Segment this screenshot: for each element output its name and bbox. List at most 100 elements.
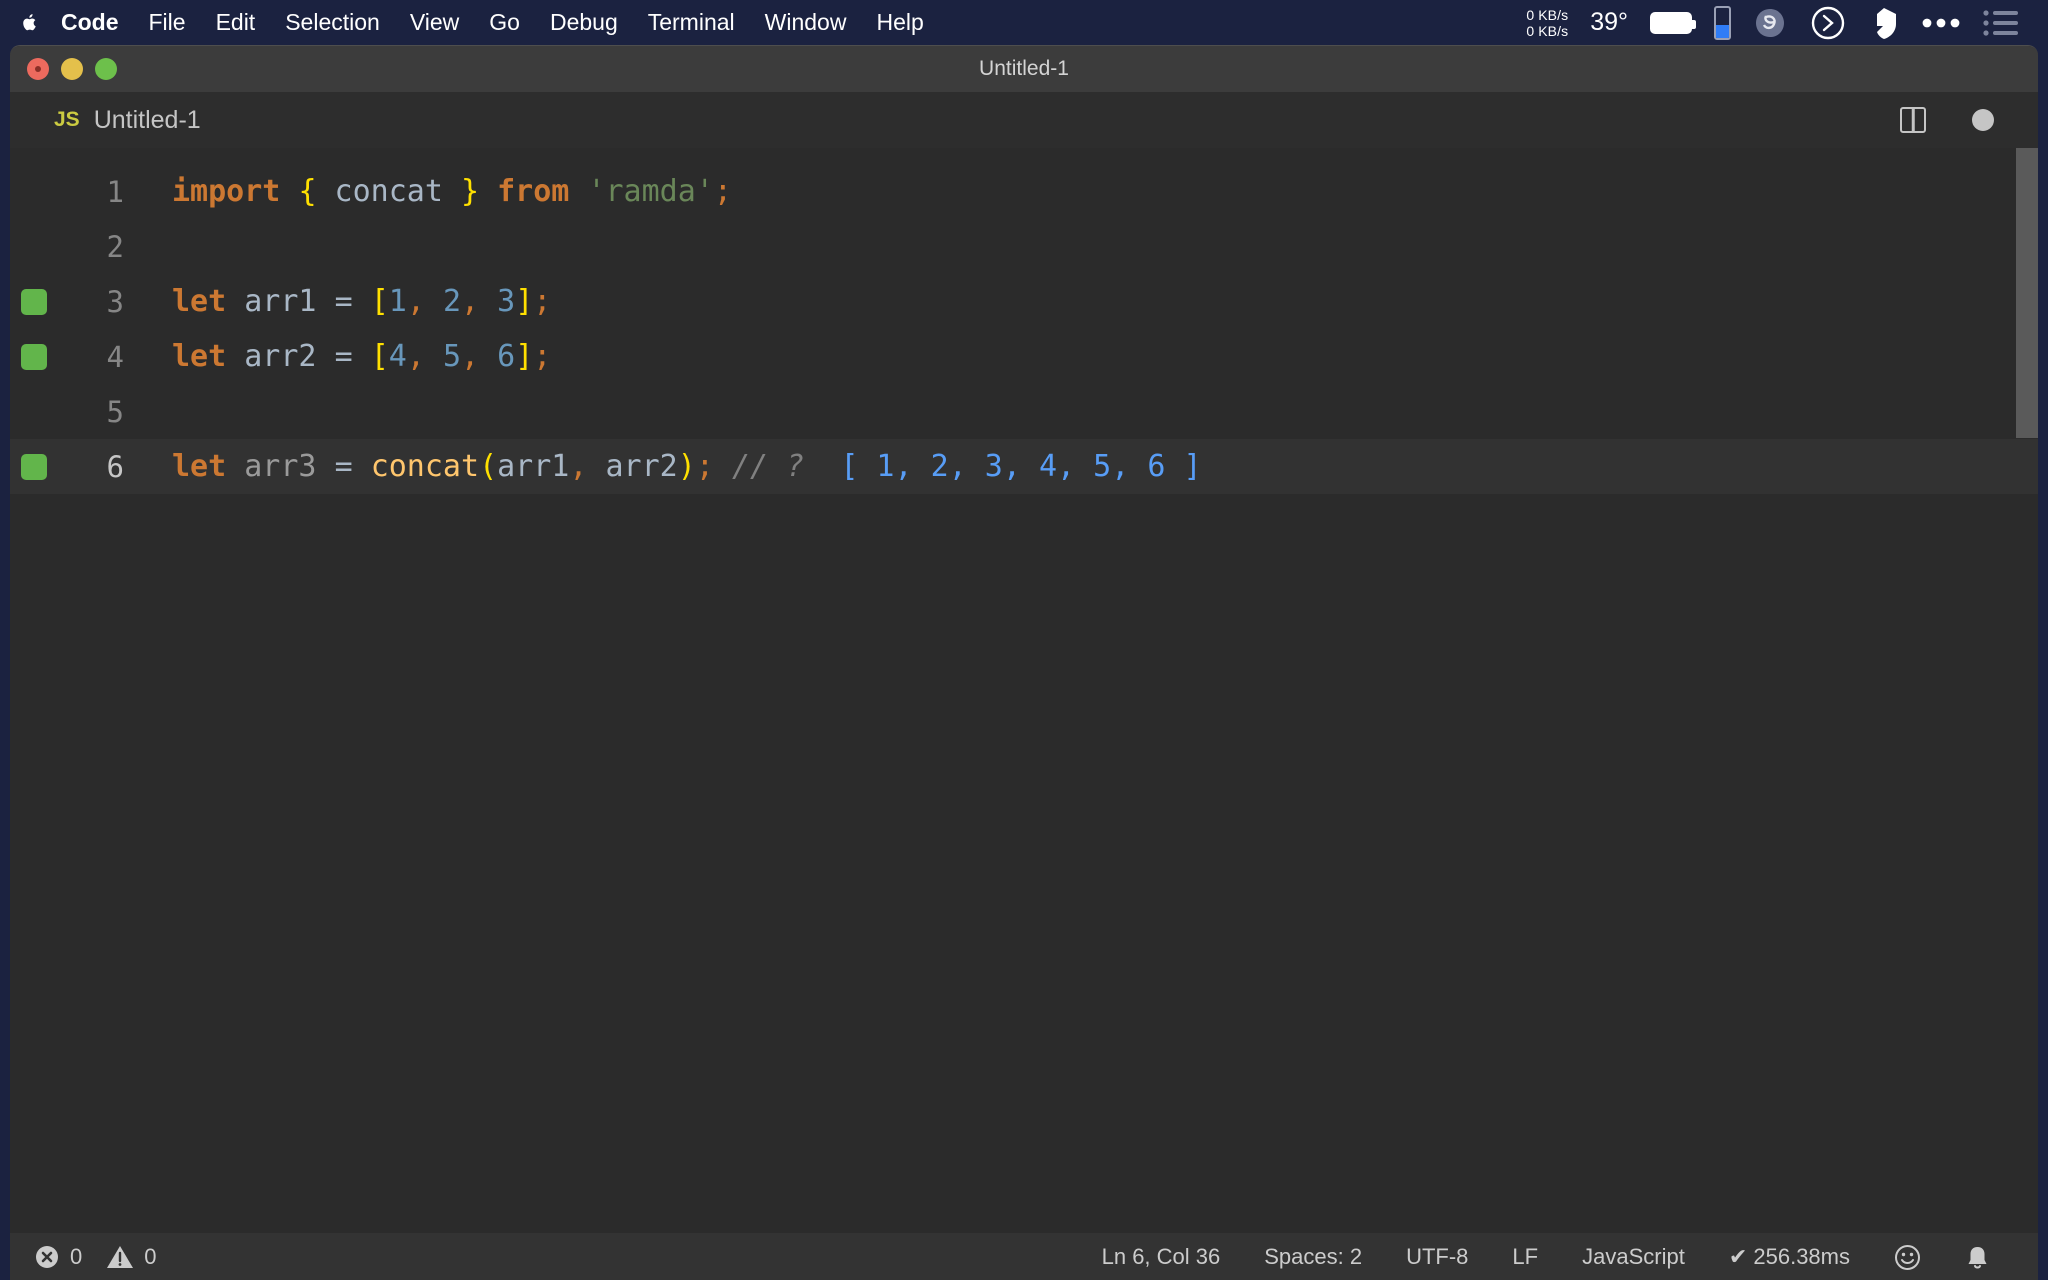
code-token [425, 284, 443, 319]
menu-item-file[interactable]: File [134, 0, 201, 45]
menu-item-help[interactable]: Help [861, 0, 938, 45]
code-token: 4 [389, 339, 407, 374]
quokka-run-status[interactable]: ✔ 256.38ms [1707, 1244, 1872, 1270]
code-token: , [461, 339, 479, 374]
editor-tab-bar: JS Untitled-1 [10, 92, 2038, 148]
tab-untitled-1[interactable]: JS Untitled-1 [10, 92, 223, 148]
encoding-setting[interactable]: UTF-8 [1384, 1244, 1490, 1270]
unsaved-changes-dot[interactable] [1972, 109, 1994, 131]
code-line[interactable]: 3let arr1 = [1, 2, 3]; [10, 274, 2038, 329]
indentation-setting[interactable]: Spaces: 2 [1242, 1244, 1384, 1270]
code-token: , [461, 284, 479, 319]
code-token [425, 339, 443, 374]
code-token [353, 449, 371, 484]
code-token: concat [317, 174, 462, 209]
minimize-button[interactable] [61, 58, 83, 80]
code-token [587, 449, 605, 484]
status-bar: 0 0 Ln 6, Col 36 Spaces: 2 UTF-8 LF Java… [10, 1233, 2038, 1280]
code-token: = [335, 284, 353, 319]
cursor-position[interactable]: Ln 6, Col 36 [1080, 1244, 1243, 1270]
code-token [280, 174, 298, 209]
code-token: arr2 [226, 339, 334, 374]
code-token: ; [533, 284, 551, 319]
code-token: ] [515, 284, 533, 319]
code-token: [ [371, 284, 389, 319]
menu-item-code[interactable]: Code [46, 0, 134, 45]
code-token: [ 1, 2, 3, 4, 5, 6 ] [840, 449, 1201, 484]
code-token: // ? [732, 449, 804, 484]
code-token: , [407, 339, 425, 374]
menu-item-view[interactable]: View [395, 0, 474, 45]
network-download-speed: 0 KB/s [1526, 7, 1568, 23]
eye-loop-icon[interactable] [1742, 6, 1798, 40]
code-line[interactable]: 6let arr3 = concat(arr1, arr2); // ? [ 1… [10, 439, 2038, 494]
split-editor-icon[interactable] [1900, 107, 1926, 133]
code-token: 'ramda' [587, 174, 713, 209]
phone-battery-icon[interactable] [1703, 6, 1742, 40]
eol-setting[interactable]: LF [1490, 1244, 1560, 1270]
scrollbar-thumb[interactable] [2016, 148, 2038, 438]
code-token: import [172, 174, 280, 209]
code-token: ) [678, 449, 696, 484]
code-line[interactable]: 1import { concat } from 'ramda'; [10, 164, 2038, 219]
menu-item-selection[interactable]: Selection [270, 0, 395, 45]
code-token: concat [371, 449, 479, 484]
line-content: import { concat } from 'ramda'; [130, 174, 732, 209]
menu-bar-left-group: Code File Edit Selection View Go Debug T… [0, 0, 939, 45]
close-button[interactable] [27, 58, 49, 80]
code-token: ( [479, 449, 497, 484]
maximize-button[interactable] [95, 58, 117, 80]
code-token [804, 449, 840, 484]
code-token: } [461, 174, 479, 209]
code-token: 1 [389, 284, 407, 319]
code-token: { [298, 174, 316, 209]
vscode-window: Untitled-1 JS Untitled-1 1import { conca… [10, 45, 2038, 1280]
window-traffic-lights [10, 58, 117, 80]
menu-bar-status-group: 0 KB/s 0 KB/s 39° [1515, 0, 2048, 45]
code-token: arr1 [226, 284, 334, 319]
battery-icon[interactable] [1639, 12, 1703, 34]
code-line[interactable]: 5 [10, 384, 2038, 439]
menu-item-edit[interactable]: Edit [201, 0, 271, 45]
menu-item-terminal[interactable]: Terminal [633, 0, 750, 45]
temperature-indicator[interactable]: 39° [1579, 8, 1639, 37]
code-token: ] [515, 339, 533, 374]
warning-count: 0 [144, 1244, 156, 1270]
code-token: = [335, 339, 353, 374]
code-token [353, 284, 371, 319]
editor-vertical-scrollbar[interactable] [2016, 148, 2038, 1233]
network-speed-indicator[interactable]: 0 KB/s 0 KB/s [1515, 7, 1579, 39]
smiley-face-icon[interactable] [1872, 1244, 1943, 1271]
quokka-live-marker-icon [21, 454, 47, 480]
temperature-value: 39° [1590, 8, 1628, 37]
menu-item-debug[interactable]: Debug [535, 0, 633, 45]
tab-label: Untitled-1 [94, 106, 201, 135]
line-number: 2 [58, 230, 130, 264]
line-number: 3 [58, 285, 130, 319]
list-menu-icon[interactable] [1972, 9, 2030, 37]
menu-item-go[interactable]: Go [474, 0, 535, 45]
code-token: = [335, 449, 353, 484]
problems-indicator[interactable]: 0 0 [34, 1244, 179, 1270]
code-token: , [569, 449, 587, 484]
code-token: 5 [443, 339, 461, 374]
status-bar-left: 0 0 [10, 1244, 179, 1270]
bell-icon[interactable] [1943, 1244, 2012, 1271]
quokka-marker-slot [10, 344, 58, 370]
code-token: arr1 [497, 449, 569, 484]
shield-icon[interactable] [1858, 6, 1910, 40]
menu-item-window[interactable]: Window [750, 0, 862, 45]
language-mode[interactable]: JavaScript [1560, 1244, 1707, 1270]
quokka-live-marker-icon [21, 289, 47, 315]
terminal-chevron-icon[interactable] [1798, 4, 1858, 42]
code-editor[interactable]: 1import { concat } from 'ramda';23let ar… [10, 148, 2038, 1233]
editor-actions [1900, 107, 2038, 133]
line-content: let arr3 = concat(arr1, arr2); // ? [ 1,… [130, 449, 1202, 484]
code-token [714, 449, 732, 484]
apple-logo-icon[interactable] [0, 9, 46, 36]
ellipsis-icon[interactable] [1910, 16, 1972, 30]
code-line[interactable]: 4let arr2 = [4, 5, 6]; [10, 329, 2038, 384]
code-token: let [172, 339, 226, 374]
line-number: 5 [58, 395, 130, 429]
code-line[interactable]: 2 [10, 219, 2038, 274]
